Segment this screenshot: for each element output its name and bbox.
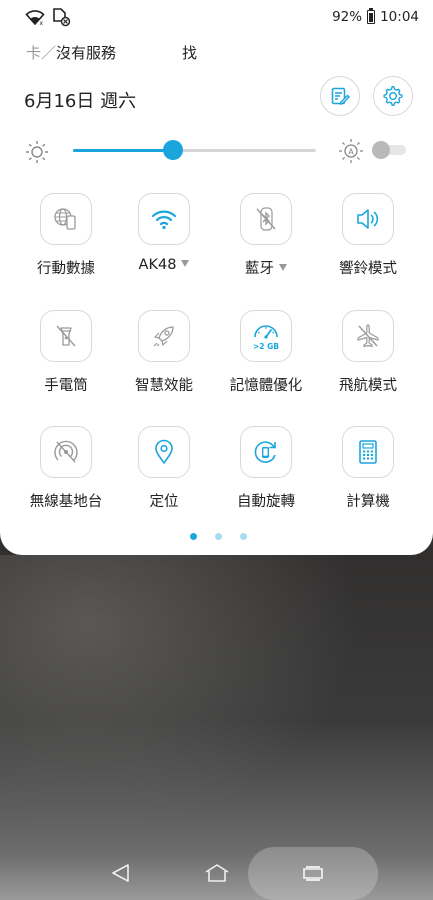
calculator-icon	[354, 438, 382, 466]
gear-icon	[383, 85, 403, 107]
tile-label-text: 手電筒	[44, 378, 88, 394]
tile-ring-mode[interactable]: 響鈴模式	[318, 193, 418, 293]
tile-label-text: 計算機	[346, 494, 390, 510]
tile-label-text: 記憶體優化	[229, 378, 303, 394]
carrier-secondary: 找	[182, 44, 198, 62]
tile-label-text: 行動數據	[37, 261, 95, 277]
edit-icon	[331, 87, 350, 105]
tile-calculator-button[interactable]	[342, 426, 394, 478]
airplane-off-icon	[354, 322, 382, 350]
brightness-low-icon	[26, 141, 48, 163]
tile-ring-mode-label: 響鈴模式	[318, 257, 418, 278]
tile-ring-mode-button[interactable]	[342, 193, 394, 245]
tile-bluetooth[interactable]: 藍牙	[216, 193, 316, 293]
carrier-info: 卡／沒有服務	[26, 42, 116, 63]
bluetooth-off-icon	[252, 205, 280, 233]
tile-airplane-mode-button[interactable]	[342, 310, 394, 362]
flashlight-off-icon	[52, 322, 80, 350]
tile-label-text: 無線基地台	[29, 494, 103, 510]
tile-airplane-mode[interactable]: 飛航模式	[318, 310, 418, 410]
brightness-slider-thumb[interactable]	[162, 140, 183, 160]
tile-smart-performance-button[interactable]	[138, 310, 190, 362]
page-dot[interactable]	[190, 533, 197, 540]
tile-label-text: 響鈴模式	[339, 261, 397, 277]
brightness-row: A	[0, 130, 433, 170]
tile-flashlight-label: 手電筒	[16, 374, 116, 395]
tile-wifi-button[interactable]	[138, 193, 190, 245]
svg-text:x: x	[40, 20, 44, 25]
tile-hotspot[interactable]: 無線基地台	[16, 426, 116, 526]
tile-label-text: 自動旋轉	[237, 494, 295, 510]
speedometer-icon: >2 GB	[250, 320, 282, 352]
tile-mobile-data-label: 行動數據	[16, 257, 116, 278]
wifi-status-icon: x	[25, 10, 45, 25]
tile-memory-boost-label: 記憶體優化	[216, 374, 316, 395]
tile-label-text: 藍牙	[245, 261, 274, 277]
tile-auto-rotate[interactable]: 自動旋轉	[216, 426, 316, 526]
tile-bluetooth-button[interactable]	[240, 193, 292, 245]
tile-mobile-data[interactable]: 行動數據	[16, 193, 116, 293]
tile-auto-rotate-button[interactable]	[240, 426, 292, 478]
brightness-slider[interactable]	[73, 149, 316, 152]
back-icon[interactable]	[110, 862, 132, 884]
tile-smart-performance-label: 智慧效能	[114, 374, 214, 395]
tile-label-text: 定位	[149, 494, 179, 510]
tile-label-text: 飛航模式	[339, 378, 397, 394]
caret-down-icon[interactable]	[181, 260, 190, 267]
tile-location-button[interactable]	[138, 426, 190, 478]
tile-label-text: 智慧效能	[135, 378, 193, 394]
battery-icon	[367, 8, 376, 24]
speaker-icon	[354, 205, 382, 233]
date-label: 6月16日 週六	[24, 91, 137, 112]
tile-flashlight-button[interactable]	[40, 310, 92, 362]
tile-auto-rotate-label: 自動旋轉	[216, 490, 316, 511]
tile-flashlight[interactable]: 手電筒	[16, 310, 116, 410]
wifi-icon	[150, 207, 178, 231]
auto-rotate-icon	[252, 438, 280, 466]
tile-location-label: 定位	[114, 490, 214, 511]
status-right: 92% 10:04	[332, 8, 419, 25]
page-dot[interactable]	[215, 533, 222, 540]
clock: 10:04	[380, 9, 419, 25]
tile-wifi[interactable]: AK48	[114, 193, 214, 293]
battery-percent: 92%	[332, 9, 363, 25]
tile-wifi-label[interactable]: AK48	[114, 257, 214, 273]
globe-phone-icon	[52, 205, 80, 233]
edit-tiles-button[interactable]	[320, 76, 360, 116]
tile-memory-boost[interactable]: >2 GB 記憶體優化	[216, 310, 316, 410]
recent-apps-icon[interactable]	[302, 865, 324, 882]
quick-settings-panel: x 92% 10:04 卡／沒有服務 找 6月16日 週六 A 行動數據 AK4…	[0, 0, 433, 555]
svg-text:>2 GB: >2 GB	[253, 342, 279, 351]
carrier-status: 沒有服務	[56, 44, 117, 62]
location-pin-icon	[150, 438, 178, 466]
tile-label-text: AK48	[138, 257, 177, 273]
caret-down-icon[interactable]	[279, 264, 287, 271]
navigation-bar	[0, 840, 433, 900]
tile-airplane-mode-label: 飛航模式	[318, 374, 418, 395]
tile-calculator-label: 計算機	[318, 490, 418, 511]
page-indicator	[0, 533, 433, 543]
carrier-fade-text: 卡／	[26, 44, 57, 62]
svg-text:A: A	[348, 148, 354, 157]
page-dot[interactable]	[240, 533, 247, 540]
tile-mobile-data-button[interactable]	[40, 193, 92, 245]
tile-calculator[interactable]: 計算機	[318, 426, 418, 526]
tile-bluetooth-label[interactable]: 藍牙	[216, 257, 316, 278]
tile-smart-performance[interactable]: 智慧效能	[114, 310, 214, 410]
settings-button[interactable]	[373, 76, 413, 116]
sim-card-icon	[53, 8, 71, 27]
rocket-icon	[150, 322, 178, 350]
tile-location[interactable]: 定位	[114, 426, 214, 526]
brightness-slider-fill	[73, 149, 173, 152]
hotspot-off-icon	[52, 438, 80, 466]
status-bar: x 92% 10:04	[0, 0, 433, 36]
tile-hotspot-label: 無線基地台	[16, 490, 116, 511]
auto-brightness-toggle[interactable]	[372, 141, 406, 159]
auto-brightness-icon: A	[339, 139, 363, 163]
tile-memory-boost-button[interactable]: >2 GB	[240, 310, 292, 362]
home-icon[interactable]	[204, 863, 230, 883]
tile-hotspot-button[interactable]	[40, 426, 92, 478]
